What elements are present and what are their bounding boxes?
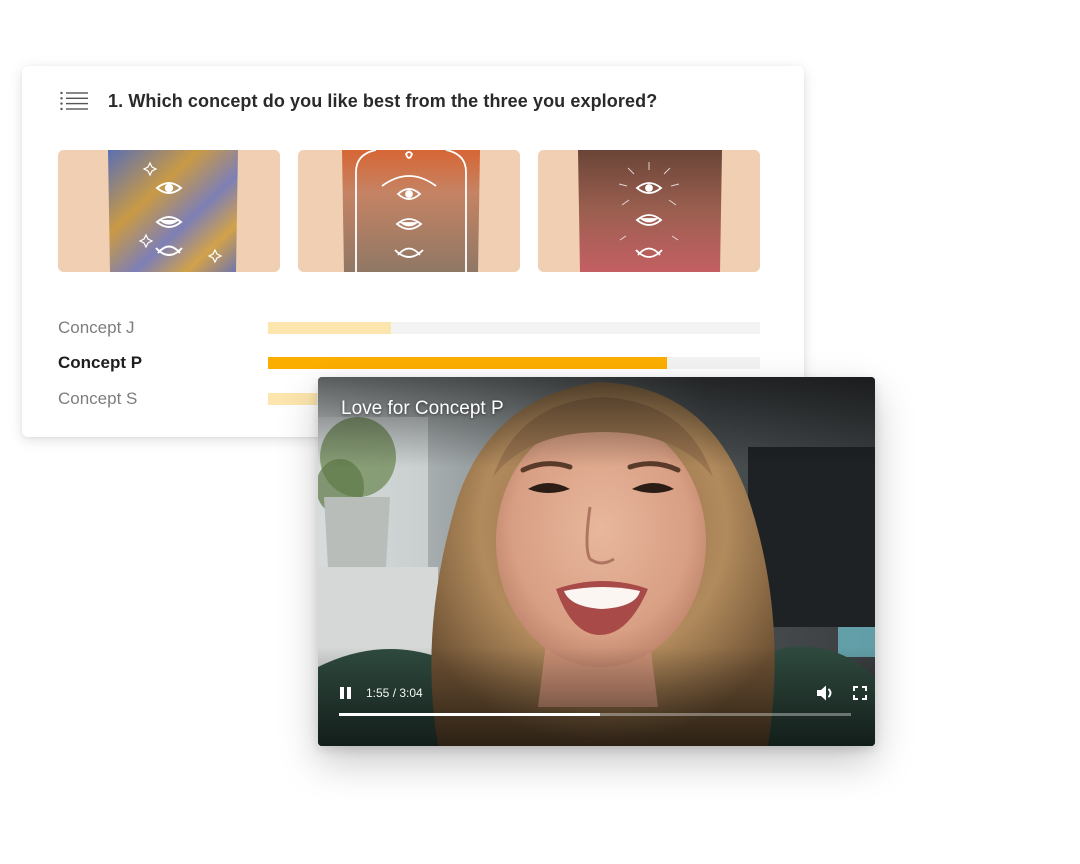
page: 1. Which concept do you like best from t… — [0, 0, 1080, 864]
question-header: 1. Which concept do you like best from t… — [60, 90, 657, 112]
concept-s-image — [538, 150, 760, 272]
concept-j-image — [58, 150, 280, 272]
result-label: Concept J — [58, 317, 135, 337]
video-progress-fill — [339, 713, 601, 716]
fullscreen-button[interactable] — [852, 685, 868, 701]
concept-p-image — [298, 150, 520, 272]
result-bar-track — [268, 321, 760, 334]
result-row-concept-j: Concept J — [58, 310, 760, 346]
result-bar-fill — [268, 357, 667, 370]
pause-icon — [347, 687, 351, 699]
result-row-concept-p: Concept P — [58, 346, 760, 382]
video-player[interactable]: Love for Concept P 1:55 / 3:04 — [318, 377, 875, 746]
result-bar-fill — [268, 392, 318, 405]
pause-button[interactable] — [339, 686, 353, 700]
result-label: Concept S — [58, 388, 138, 408]
question-title: 1. Which concept do you like best from t… — [108, 90, 658, 111]
fullscreen-icon — [853, 686, 867, 700]
concept-image-row — [58, 150, 760, 272]
volume-icon — [817, 685, 832, 701]
volume-button[interactable] — [816, 684, 836, 702]
pause-icon — [340, 687, 344, 699]
time-readout: 1:55 / 3:04 — [366, 686, 423, 700]
result-label: Concept P — [58, 353, 143, 373]
result-bar-track — [268, 357, 760, 370]
list-icon — [60, 91, 88, 111]
result-bar-fill — [268, 321, 391, 334]
video-progress-bar[interactable] — [339, 713, 851, 716]
video-controls: 1:55 / 3:04 — [318, 676, 875, 746]
video-title: Love for Concept P — [341, 398, 504, 419]
